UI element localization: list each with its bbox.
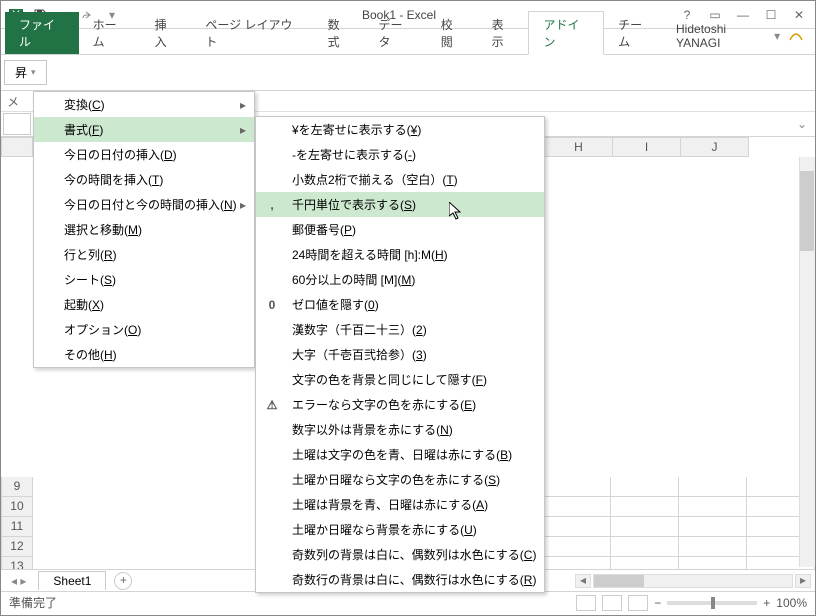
zoom-thumb[interactable]: [711, 597, 715, 609]
format-submenu: ¥を左寄せに表示する(¥)-を左寄せに表示する(-)小数点2桁で揃える（空白）(…: [255, 116, 545, 593]
submenu-item[interactable]: 60分以上の時間 [M](M): [256, 267, 544, 292]
row-header[interactable]: 9: [1, 477, 33, 497]
menu-item[interactable]: 今の時間を挿入(T): [34, 167, 254, 192]
menu-item[interactable]: 選択と移動(M): [34, 217, 254, 242]
sheet-tab-active[interactable]: Sheet1: [38, 571, 106, 590]
menu-item[interactable]: その他(H): [34, 342, 254, 367]
submenu-item[interactable]: 小数点2桁で揃える（空白）(T): [256, 167, 544, 192]
zoom-out-icon[interactable]: −: [654, 596, 661, 610]
submenu-item[interactable]: 奇数列の背景は白に、偶数列は水色にする(C): [256, 542, 544, 567]
submenu-item[interactable]: 24時間を超える時間 [h]:M(H): [256, 242, 544, 267]
cell[interactable]: [611, 477, 679, 497]
cell[interactable]: [679, 497, 747, 517]
submenu-item[interactable]: 奇数行の背景は白に、偶数行は水色にする(R): [256, 567, 544, 592]
tab-data[interactable]: データ: [365, 12, 427, 54]
submenu-item[interactable]: ¥を左寄せに表示する(¥): [256, 117, 544, 142]
menu-item[interactable]: 今日の日付の挿入(D): [34, 142, 254, 167]
row-header[interactable]: 10: [1, 497, 33, 517]
ribbon-tabs: ファイル ホーム 挿入 ページ レイアウト 数式 データ 校閲 表示 アドイン …: [1, 29, 815, 55]
submenu-item[interactable]: 土曜は文字の色を青、日曜は赤にする(B): [256, 442, 544, 467]
cell[interactable]: [679, 537, 747, 557]
formula-expand-icon[interactable]: ⌄: [789, 117, 815, 131]
row-header[interactable]: 12: [1, 537, 33, 557]
cell[interactable]: [611, 537, 679, 557]
tab-home[interactable]: ホーム: [79, 12, 141, 54]
horizontal-scrollbar[interactable]: ◂ ▸: [575, 574, 811, 588]
tab-view[interactable]: 表示: [478, 12, 529, 54]
account-label: Hidetoshi YANAGI: [676, 22, 768, 50]
cell[interactable]: [679, 477, 747, 497]
zoom-in-icon[interactable]: +: [763, 596, 770, 610]
row-header[interactable]: 13: [1, 557, 33, 569]
addin-menu: 変換(C)▸書式(F)▸今日の日付の挿入(D)今の時間を挿入(T)今日の日付と今…: [33, 91, 255, 368]
tab-file[interactable]: ファイル: [5, 12, 79, 54]
sheet-nav[interactable]: ◂ ▸: [5, 574, 32, 588]
view-break-icon[interactable]: [628, 595, 648, 611]
ribbon-body: 昇▾: [1, 55, 815, 91]
submenu-item[interactable]: ,千円単位で表示する(S): [256, 192, 544, 217]
name-box[interactable]: [3, 113, 31, 135]
col-header[interactable]: H: [545, 137, 613, 157]
cell[interactable]: [544, 477, 612, 497]
addin-button[interactable]: 昇▾: [4, 60, 47, 85]
menu-item[interactable]: オプション(O): [34, 317, 254, 342]
menu-item[interactable]: 今日の日付と今の時間の挿入(N)▸: [34, 192, 254, 217]
hscroll-left-icon[interactable]: ◂: [575, 574, 591, 588]
col-header[interactable]: I: [613, 137, 681, 157]
add-sheet-button[interactable]: +: [114, 572, 132, 590]
menu-item[interactable]: 行と列(R): [34, 242, 254, 267]
cell[interactable]: [679, 557, 747, 569]
vscroll-thumb[interactable]: [800, 171, 814, 251]
submenu-item[interactable]: -を左寄せに表示する(-): [256, 142, 544, 167]
menu-item[interactable]: 書式(F)▸: [34, 117, 254, 142]
submenu-item[interactable]: 土曜か日曜なら文字の色を赤にする(S): [256, 467, 544, 492]
hscroll-track[interactable]: [593, 574, 793, 588]
tab-formulas[interactable]: 数式: [314, 12, 365, 54]
statusbar: 準備完了 − + 100%: [1, 591, 815, 613]
tab-page-layout[interactable]: ページ レイアウト: [191, 12, 313, 54]
status-right: − + 100%: [576, 595, 807, 611]
view-page-icon[interactable]: [602, 595, 622, 611]
col-header[interactable]: J: [681, 137, 749, 157]
submenu-item[interactable]: 土曜は背景を青、日曜は赤にする(A): [256, 492, 544, 517]
submenu-item[interactable]: 大字（千壱百弐拾参）(3): [256, 342, 544, 367]
vertical-scrollbar[interactable]: [799, 157, 815, 567]
tab-team[interactable]: チーム: [604, 12, 666, 54]
cell[interactable]: [544, 537, 612, 557]
tab-insert[interactable]: 挿入: [141, 12, 192, 54]
account-name[interactable]: Hidetoshi YANAGI▾: [666, 18, 815, 54]
submenu-item[interactable]: 0ゼロ値を隠す(0): [256, 292, 544, 317]
submenu-item[interactable]: 文字の色を背景と同じにして隠す(F): [256, 367, 544, 392]
tab-addins[interactable]: アドイン: [528, 11, 604, 55]
cell[interactable]: [611, 557, 679, 569]
hscroll-right-icon[interactable]: ▸: [795, 574, 811, 588]
menu-item[interactable]: 変換(C)▸: [34, 92, 254, 117]
select-all-corner[interactable]: [1, 137, 33, 157]
cell[interactable]: [611, 497, 679, 517]
row-header[interactable]: 11: [1, 517, 33, 537]
submenu-item[interactable]: ⚠エラーなら文字の色を赤にする(E): [256, 392, 544, 417]
status-ready: 準備完了: [9, 594, 57, 611]
view-normal-icon[interactable]: [576, 595, 596, 611]
menu-item[interactable]: 起動(X): [34, 292, 254, 317]
addin-button-label: 昇: [15, 64, 27, 81]
tab-review[interactable]: 校閲: [427, 12, 478, 54]
cell[interactable]: [544, 557, 612, 569]
submenu-item[interactable]: 郵便番号(P): [256, 217, 544, 242]
submenu-item[interactable]: 数字以外は背景を赤にする(N): [256, 417, 544, 442]
zoom-slider[interactable]: [667, 601, 757, 605]
hscroll-thumb[interactable]: [594, 575, 644, 587]
cell[interactable]: [544, 497, 612, 517]
cell[interactable]: [544, 517, 612, 537]
zoom-value: 100%: [776, 596, 807, 610]
menu-item[interactable]: シート(S): [34, 267, 254, 292]
cell[interactable]: [679, 517, 747, 537]
submenu-item[interactable]: 土曜か日曜なら背景を赤にする(U): [256, 517, 544, 542]
submenu-item[interactable]: 漢数字（千百二十三）(2): [256, 317, 544, 342]
cell[interactable]: [611, 517, 679, 537]
meta-label: メ: [7, 93, 19, 110]
